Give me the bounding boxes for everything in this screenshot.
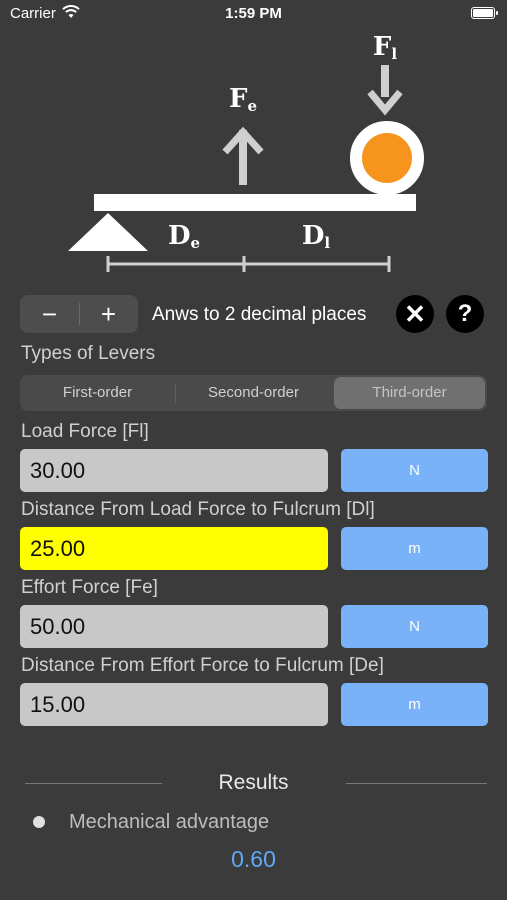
load-distance-label: Dl bbox=[302, 221, 331, 252]
lever-types-title: Types of Levers bbox=[21, 343, 156, 364]
clear-button[interactable]: ✕ bbox=[396, 295, 434, 333]
effort-distance-field[interactable]: 15.00 bbox=[20, 683, 328, 726]
effort-force-arrow-icon bbox=[222, 126, 264, 185]
decimal-stepper: − + bbox=[20, 295, 138, 333]
load-distance-unit-button[interactable]: m bbox=[341, 527, 488, 570]
load-force-field[interactable]: 30.00 bbox=[20, 449, 328, 492]
fulcrum-icon bbox=[68, 213, 148, 251]
segment-third-order[interactable]: Third-order bbox=[334, 377, 485, 409]
status-time: 1:59 PM bbox=[225, 5, 282, 22]
decimal-places-label: Anws to 2 decimal places bbox=[152, 304, 367, 325]
bullet-icon bbox=[33, 816, 45, 828]
segment-first-order[interactable]: First-order bbox=[20, 375, 175, 411]
segment-second-order[interactable]: Second-order bbox=[176, 375, 331, 411]
load-force-label: Fl bbox=[373, 32, 397, 63]
effort-distance-label-text: Distance From Effort Force to Fulcrum [D… bbox=[21, 655, 384, 676]
load-force-label-text: Load Force [Fl] bbox=[21, 421, 149, 442]
effort-distance-label: De bbox=[168, 221, 200, 252]
effort-force-label-text: Effort Force [Fe] bbox=[21, 577, 158, 598]
decrement-button[interactable]: − bbox=[20, 295, 79, 333]
load-force-unit-button[interactable]: N bbox=[341, 449, 488, 492]
lever-beam bbox=[94, 194, 416, 211]
effort-force-field[interactable]: 50.00 bbox=[20, 605, 328, 648]
effort-force-label: Fe bbox=[229, 84, 257, 115]
lever-diagram: Fl Fe De Dl bbox=[68, 32, 424, 272]
effort-force-unit-button[interactable]: N bbox=[341, 605, 488, 648]
increment-button[interactable]: + bbox=[79, 295, 138, 333]
status-bar: Carrier 1:59 PM bbox=[0, 0, 507, 28]
load-ball-icon bbox=[350, 121, 424, 195]
load-distance-field[interactable]: 25.00 bbox=[20, 527, 328, 570]
results-divider-right bbox=[346, 783, 487, 784]
mechanical-advantage-label: Mechanical advantage bbox=[69, 811, 270, 833]
battery-icon bbox=[471, 7, 498, 19]
lever-type-segmented-control: First-order Second-order Third-order bbox=[20, 375, 487, 411]
help-button[interactable]: ? bbox=[446, 295, 484, 333]
load-distance-label-text: Distance From Load Force to Fulcrum [Dl] bbox=[21, 499, 375, 520]
mechanical-advantage-value: 0.60 bbox=[231, 846, 276, 872]
distance-scale bbox=[106, 256, 391, 272]
load-force-arrow-icon bbox=[367, 65, 403, 116]
effort-distance-unit-button[interactable]: m bbox=[341, 683, 488, 726]
